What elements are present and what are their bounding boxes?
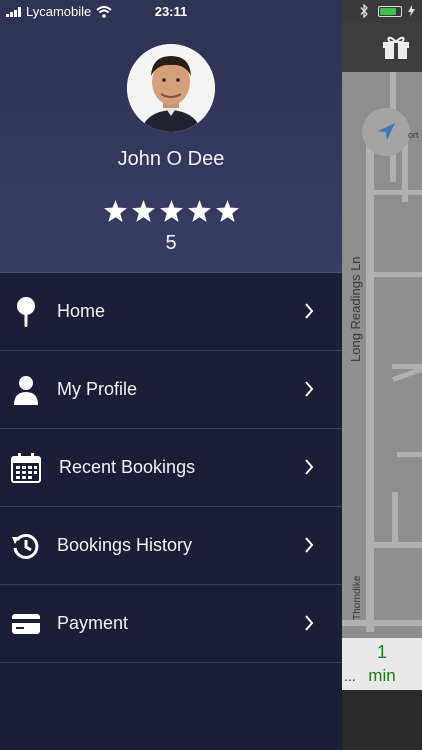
star-rating (0, 200, 342, 222)
battery-icon (378, 6, 402, 17)
avatar-photo (127, 44, 215, 132)
eta-value: 1 (376, 642, 387, 662)
pin-icon (10, 296, 42, 328)
star-icon (159, 200, 183, 222)
menu-item-label: Bookings History (57, 535, 193, 555)
eta-box: 1 ... min (342, 638, 422, 690)
menu-item-label: Recent Bookings (59, 457, 196, 477)
drawer-menu: Home My Profile Recent Bookings Bookings… (0, 273, 342, 663)
side-drawer: John O Dee 5 Home My Profile Recent Book… (0, 22, 342, 750)
menu-item-home[interactable]: Home (0, 273, 342, 351)
credit-card-icon (10, 608, 42, 640)
calendar-icon (10, 452, 42, 484)
profile-header: John O Dee 5 (0, 22, 342, 273)
map-view[interactable]: ort Long Readings Ln Thorndike (342, 72, 422, 638)
menu-item-my-profile[interactable]: My Profile (0, 351, 342, 429)
street-label-lower: Thorndike (352, 575, 363, 620)
chevron-right-icon (305, 303, 314, 319)
charging-icon (408, 5, 415, 17)
street-label: Long Readings Ln (348, 256, 363, 362)
status-bar: Lycamobile 23:11 (0, 0, 342, 22)
chevron-right-icon (305, 615, 314, 631)
status-right (342, 0, 422, 22)
street-fragment: ort (408, 130, 419, 140)
user-icon (10, 374, 42, 406)
chevron-right-icon (305, 459, 314, 475)
menu-item-label: My Profile (57, 379, 138, 399)
history-icon (10, 530, 42, 562)
gift-icon[interactable] (382, 35, 410, 59)
menu-item-label: Home (57, 301, 106, 321)
map-top-bar (342, 22, 422, 72)
star-icon (187, 200, 211, 222)
navigation-arrow-icon (378, 123, 395, 140)
star-icon (103, 200, 127, 222)
locate-button[interactable] (362, 108, 410, 156)
eta-unit: min (368, 666, 396, 685)
menu-item-payment[interactable]: Payment (0, 585, 342, 663)
star-icon (131, 200, 155, 222)
status-time: 23:11 (154, 4, 188, 19)
avatar[interactable] (127, 44, 215, 132)
user-name: John O Dee (117, 148, 225, 170)
star-icon (215, 200, 239, 222)
chevron-right-icon (305, 381, 314, 397)
chevron-right-icon (305, 537, 314, 553)
menu-item-bookings-history[interactable]: Bookings History (0, 507, 342, 585)
bluetooth-icon (360, 4, 368, 18)
map-panel: ort Long Readings Ln Thorndike 1 ... min (342, 0, 422, 750)
rating-value: 5 (165, 232, 177, 254)
menu-item-recent-bookings[interactable]: Recent Bookings (0, 429, 342, 507)
menu-item-label: Payment (57, 613, 129, 633)
